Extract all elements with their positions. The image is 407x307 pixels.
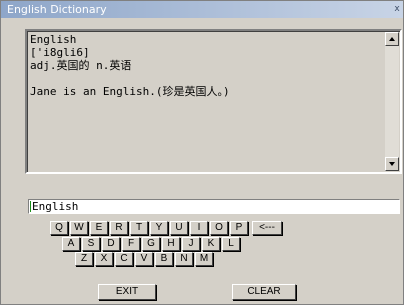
key-p[interactable]: P bbox=[230, 221, 248, 235]
output-line-example: Jane is an English.(珍是英国人。) bbox=[30, 85, 230, 98]
key-g[interactable]: G bbox=[142, 237, 160, 251]
output-line-meaning: adj.英国的 n.英语 bbox=[30, 59, 132, 72]
key-v[interactable]: V bbox=[135, 252, 153, 266]
window-title: English Dictionary bbox=[7, 3, 107, 16]
arrow-down-icon bbox=[389, 162, 395, 166]
scroll-up-button[interactable] bbox=[385, 32, 399, 46]
scroll-down-button[interactable] bbox=[385, 157, 399, 171]
key-z[interactable]: Z bbox=[75, 252, 93, 266]
key-k[interactable]: K bbox=[202, 237, 220, 251]
key-x[interactable]: X bbox=[95, 252, 113, 266]
key-e[interactable]: E bbox=[90, 221, 108, 235]
output-line-blank bbox=[30, 72, 383, 85]
key-w[interactable]: W bbox=[70, 221, 88, 235]
key-q[interactable]: Q bbox=[50, 221, 68, 235]
definition-output: English ['i8gli6] adj.英国的 n.英语 Jane is a… bbox=[25, 29, 402, 174]
output-line-phonetic: ['i8gli6] bbox=[30, 46, 90, 59]
key-r[interactable]: R bbox=[110, 221, 128, 235]
key-a[interactable]: A bbox=[62, 237, 80, 251]
key-m[interactable]: M bbox=[195, 252, 213, 266]
key-o[interactable]: O bbox=[210, 221, 228, 235]
key-t[interactable]: T bbox=[130, 221, 148, 235]
key-j[interactable]: J bbox=[182, 237, 200, 251]
arrow-up-icon bbox=[389, 37, 395, 41]
key-h[interactable]: H bbox=[162, 237, 180, 251]
vertical-scrollbar[interactable] bbox=[385, 32, 399, 171]
text-caret bbox=[30, 201, 31, 212]
close-button[interactable]: x bbox=[392, 3, 402, 15]
output-line-word: English bbox=[30, 33, 77, 46]
definition-text: English ['i8gli6] adj.英国的 n.英语 Jane is a… bbox=[30, 33, 383, 170]
key-u[interactable]: U bbox=[170, 221, 188, 235]
key-l[interactable]: L bbox=[222, 237, 240, 251]
key-d[interactable]: D bbox=[102, 237, 120, 251]
key-f[interactable]: F bbox=[122, 237, 140, 251]
key-c[interactable]: C bbox=[115, 252, 133, 266]
exit-button[interactable]: EXIT bbox=[98, 284, 156, 300]
title-bar[interactable]: English Dictionary x bbox=[1, 1, 403, 18]
backspace-key[interactable]: <--- bbox=[252, 221, 282, 235]
key-s[interactable]: S bbox=[82, 237, 100, 251]
word-input[interactable] bbox=[28, 199, 400, 214]
key-i[interactable]: I bbox=[190, 221, 208, 235]
key-y[interactable]: Y bbox=[150, 221, 168, 235]
key-b[interactable]: B bbox=[155, 252, 173, 266]
clear-button[interactable]: CLEAR bbox=[232, 284, 296, 300]
key-n[interactable]: N bbox=[175, 252, 193, 266]
